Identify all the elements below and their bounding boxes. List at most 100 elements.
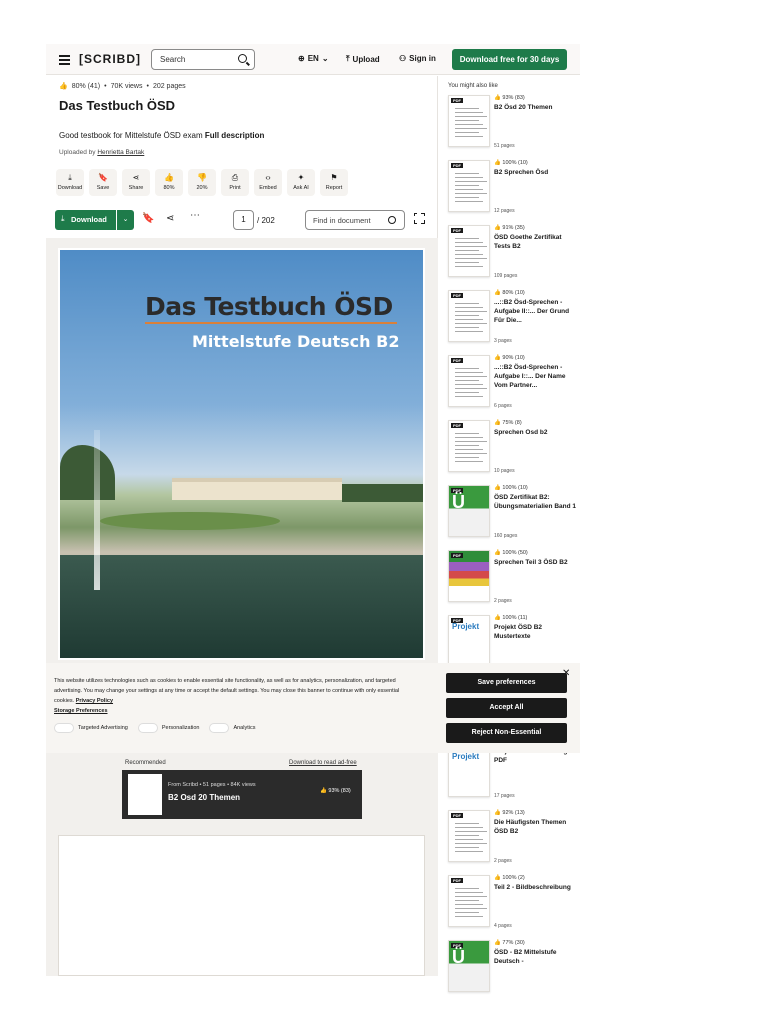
share-icon[interactable]: ⋖ bbox=[166, 213, 174, 224]
recommended-thumbnail bbox=[128, 774, 162, 815]
item-rating: 👍 100% (50) bbox=[494, 550, 528, 556]
ad-free-link[interactable]: Download to read ad-free bbox=[289, 760, 357, 766]
related-document-item[interactable]: PDF 👍 100% (50) Sprechen Teil 3 ÖSD B2 2 pa… bbox=[448, 550, 578, 610]
document-thumbnail: PDF bbox=[448, 550, 490, 602]
close-icon[interactable]: ✕ bbox=[562, 668, 570, 679]
page-number-input[interactable]: 1 bbox=[233, 210, 254, 230]
action-label: Download bbox=[57, 185, 83, 191]
download-label: Download bbox=[71, 215, 107, 224]
pdf-badge: PDF bbox=[451, 358, 463, 363]
toggle-analytics[interactable]: Analytics bbox=[209, 723, 255, 733]
action-save-button[interactable]: 🔖 Save bbox=[89, 169, 117, 196]
toggle-targeted-advertising[interactable]: Targeted Advertising bbox=[54, 723, 128, 733]
find-placeholder: Find in document bbox=[313, 216, 371, 225]
recommended-label: Recommended bbox=[125, 760, 166, 766]
language-selector[interactable]: ⊕ EN ⌄ bbox=[298, 54, 329, 63]
scribd-logo[interactable]: [SCRIBD] bbox=[79, 52, 141, 66]
item-title: ÖSD Goethe Zertifikat Tests B2 bbox=[494, 234, 562, 250]
action-share-button[interactable]: ⋖ Share bbox=[122, 169, 150, 196]
pdf-badge: PDF bbox=[451, 553, 463, 558]
action-label: Report bbox=[325, 185, 343, 191]
action-80--button[interactable]: 👍 80% bbox=[155, 169, 183, 196]
toggle-personalization[interactable]: Personalization bbox=[137, 723, 200, 733]
action-20--button[interactable]: 👎 20% bbox=[188, 169, 216, 196]
flag-icon: ⚑ bbox=[330, 173, 338, 182]
related-document-item[interactable]: PDF 👍 92% (13) Die Häufigsten Themen ÖSD B… bbox=[448, 810, 578, 870]
document-thumbnail: PDF bbox=[448, 290, 490, 342]
action-embed-button[interactable]: ‹› Embed bbox=[254, 169, 282, 196]
thumbs-up-icon: 👍 bbox=[494, 225, 501, 231]
full-description-link[interactable]: Full description bbox=[205, 131, 265, 140]
find-in-document-input[interactable]: Find in document bbox=[305, 210, 405, 230]
related-document-item[interactable]: PDF 👍 80% (10)...::B2 Ösd-Sprechen - Aufg… bbox=[448, 290, 578, 350]
thumbs-up-icon: 👍 bbox=[494, 95, 501, 101]
upload-button[interactable]: ⤒ Upload bbox=[346, 54, 380, 64]
sign-in-button[interactable]: ⚇ Sign in bbox=[399, 54, 436, 63]
action-label: Print bbox=[229, 185, 241, 191]
uploader-link[interactable]: Henrietta Bartak bbox=[97, 149, 144, 156]
item-title: ...::B2 Ösd-Sprechen - Aufgabe II::... D… bbox=[494, 299, 570, 324]
save-preferences-button[interactable]: Save preferences bbox=[446, 673, 567, 693]
thumbs-up-icon: 👍 bbox=[494, 550, 501, 556]
document-info: 👍 100% (10) B2 Sprechen Ösd bbox=[494, 160, 578, 177]
item-rating: 👍 80% (10) bbox=[494, 290, 525, 296]
item-pages: 2 pages bbox=[494, 598, 512, 604]
document-info: 👍 90% (10) ...::B2 Ösd-Sprechen - Aufgabe… bbox=[494, 355, 578, 390]
total-pages: / 202 bbox=[257, 216, 275, 225]
cookie-banner: This website utilizes technologies such … bbox=[46, 663, 580, 753]
more-options-icon[interactable]: ⋯ bbox=[190, 210, 200, 221]
download-options-dropdown[interactable]: ⌄ bbox=[117, 210, 134, 230]
action-print-button[interactable]: ⎙ Print bbox=[221, 169, 249, 196]
toggle-label: Analytics bbox=[233, 725, 256, 731]
privacy-policy-link[interactable]: Privacy Policy bbox=[76, 698, 113, 704]
storage-preferences-link[interactable]: Storage Preferences bbox=[54, 708, 108, 714]
document-info: 👍 92% (13) Die Häufigsten Themen ÖSD B2 bbox=[494, 810, 578, 836]
upload-icon: ⤒ bbox=[346, 54, 350, 63]
item-pages: 160 pages bbox=[494, 533, 518, 539]
item-rating: 👍 92% (13) bbox=[494, 810, 525, 816]
document-page-2 bbox=[58, 835, 425, 976]
search-input[interactable]: Search bbox=[151, 49, 255, 70]
action-download-button[interactable]: ⤓ Download bbox=[56, 169, 84, 196]
uploaded-by-label: Uploaded by bbox=[59, 149, 96, 156]
bookmark-icon: 🔖 bbox=[98, 173, 108, 182]
related-document-item[interactable]: PDF 👍 100% (2) Teil 2 - Bildbeschreibung 4 … bbox=[448, 875, 578, 935]
related-document-item[interactable]: PDFProjektProjekt ÖSD B2 Lösungen PDF17 … bbox=[448, 745, 578, 805]
toggle-label: Personalization bbox=[161, 725, 200, 731]
recommended-card[interactable]: From Scribd • 51 pages • 84K views B2 Os… bbox=[122, 770, 362, 819]
pdf-badge: PDF bbox=[451, 293, 463, 298]
cookie-text: This website utilizes technologies such … bbox=[54, 676, 414, 716]
item-pages: 109 pages bbox=[494, 273, 518, 279]
document-viewer[interactable]: Das Testbuch ÖSD Mittelstufe Deutsch B2 … bbox=[46, 238, 438, 976]
action-label: Embed bbox=[259, 185, 277, 191]
embed-icon: ‹› bbox=[265, 173, 271, 182]
search-icon[interactable] bbox=[388, 216, 396, 224]
action-report-button[interactable]: ⚑ Report bbox=[320, 169, 348, 196]
document-thumbnail: PDF bbox=[448, 160, 490, 212]
document-thumbnail: PDF bbox=[448, 420, 490, 472]
chevron-down-icon: ⌄ bbox=[321, 54, 329, 63]
fullscreen-icon[interactable] bbox=[413, 212, 425, 224]
related-document-item[interactable]: PDF 👍 93% (83) B2 Ösd 20 Themen 51 pages bbox=[448, 95, 578, 155]
item-rating: 👍 75% (8) bbox=[494, 420, 522, 426]
bookmark-icon[interactable]: 🔖 bbox=[142, 213, 154, 224]
action-ask-ai-button[interactable]: ✦ Ask AI bbox=[287, 169, 315, 196]
related-document-item[interactable]: PDF Ü 👍 77% (30) ÖSD - B2 Mittelstufe Deuts… bbox=[448, 940, 578, 1000]
search-icon[interactable] bbox=[238, 54, 247, 63]
document-thumbnail: PDF bbox=[448, 810, 490, 862]
recommended-rating: 👍 93% (83) bbox=[320, 788, 351, 794]
reject-non-essential-button[interactable]: Reject Non-Essential bbox=[446, 723, 567, 743]
accept-all-button[interactable]: Accept All bbox=[446, 698, 567, 718]
item-title: B2 Ösd 20 Themen bbox=[494, 104, 553, 111]
menu-icon[interactable] bbox=[59, 55, 70, 65]
related-document-item[interactable]: PDF 👍 75% (8) Sprechen Osd b2 10 pages bbox=[448, 420, 578, 480]
document-info: 👍 100% (11) Projekt ÖSD B2 Mustertexte bbox=[494, 615, 578, 641]
related-document-item[interactable]: PDF 👍 90% (10) ...::B2 Ösd-Sprechen - Aufg… bbox=[448, 355, 578, 415]
action-label: Share bbox=[128, 185, 144, 191]
related-document-item[interactable]: PDF 👍 100% (10) B2 Sprechen Ösd 12 pages bbox=[448, 160, 578, 220]
thumbs-up-icon: 👍 bbox=[494, 420, 501, 426]
related-document-item[interactable]: PDF Ü 👍 100% (10) ÖSD Zertifikat B2: Übungs… bbox=[448, 485, 578, 545]
related-document-item[interactable]: PDF 👍 91% (35) ÖSD Goethe Zertifikat Tests… bbox=[448, 225, 578, 285]
download-free-button[interactable]: Download free for 30 days bbox=[452, 49, 567, 70]
rating: 80% (41) bbox=[71, 82, 101, 90]
